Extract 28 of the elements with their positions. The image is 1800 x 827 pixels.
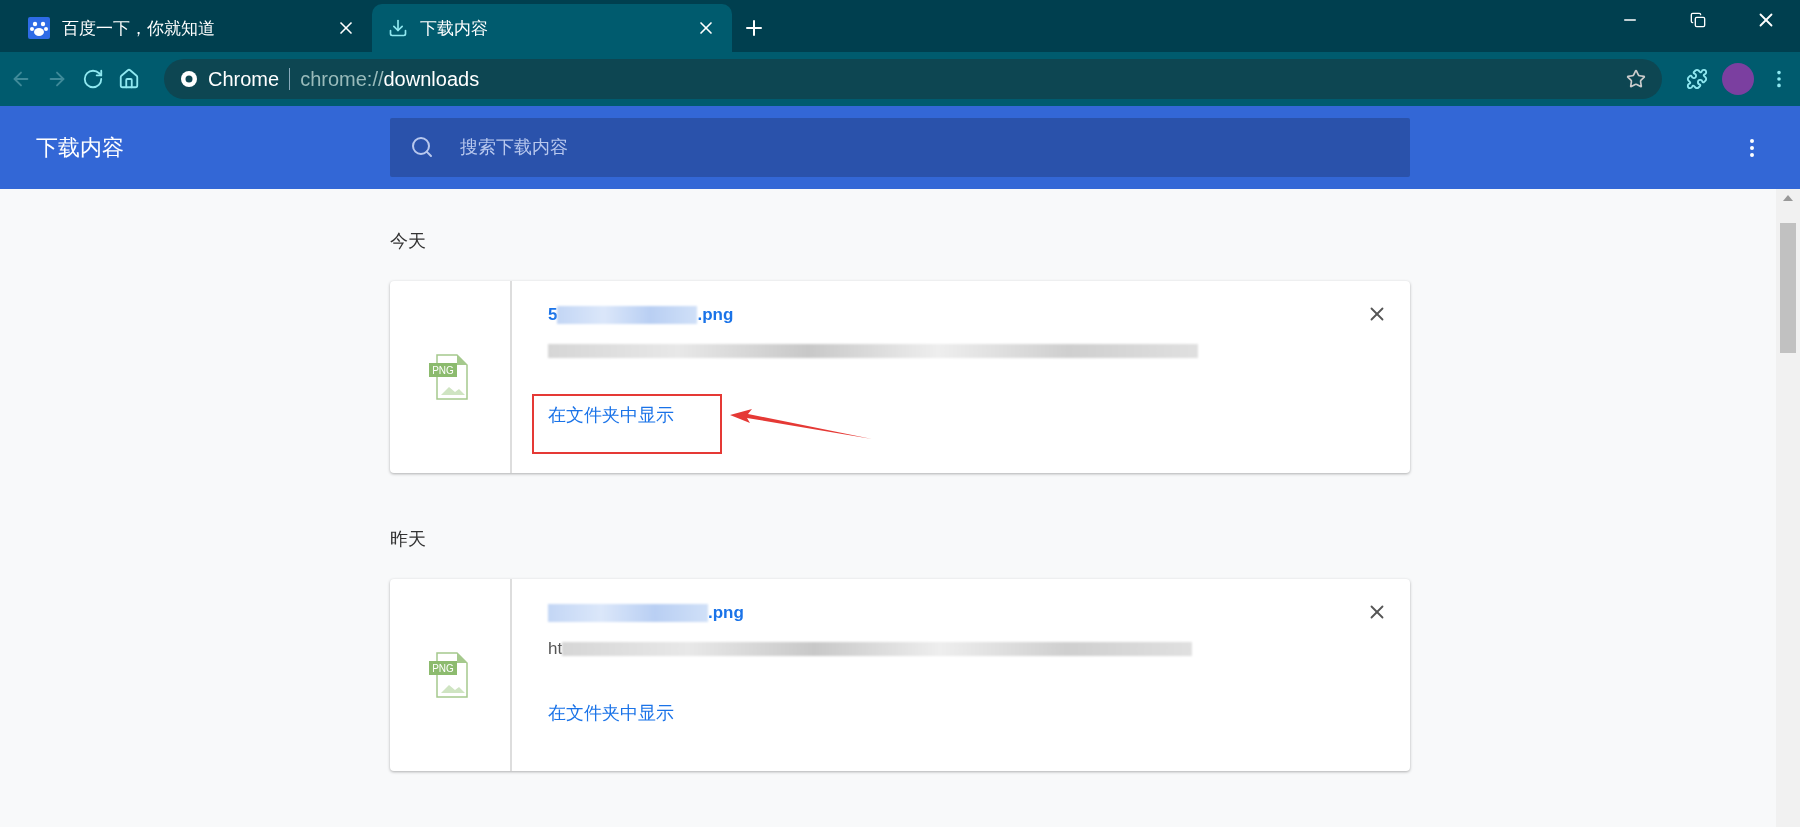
file-name[interactable]: 5: [548, 305, 558, 325]
file-name[interactable]: .png: [697, 305, 734, 325]
home-icon[interactable]: [118, 68, 140, 90]
site-label: Chrome: [208, 67, 280, 91]
show-in-folder-link[interactable]: 在文件夹中显示: [548, 701, 674, 725]
tab-title: 百度一下，你就知道: [62, 17, 216, 40]
browser-tab[interactable]: 下载内容: [372, 4, 732, 52]
paw-logo-icon: [28, 17, 50, 39]
globe-icon: [180, 70, 198, 88]
restore-icon[interactable]: [1690, 12, 1706, 28]
browser-tab[interactable]: 百度一下，你就知道: [12, 4, 372, 52]
download-icon: [388, 18, 408, 38]
page-title: 下载内容: [36, 133, 125, 162]
date-heading: 昨天: [390, 528, 427, 551]
show-in-folder-link[interactable]: 在文件夹中显示: [548, 403, 674, 427]
bookmark-star-icon[interactable]: [1626, 69, 1646, 89]
tab-title: 下载内容: [420, 17, 489, 40]
file-name[interactable]: .png: [708, 603, 744, 623]
url-text: ht: [548, 639, 563, 659]
url-text: chrome://downloads: [300, 67, 481, 91]
address-bar[interactable]: Chrome chrome://downloads: [164, 59, 1662, 99]
search-field[interactable]: 搜索下载内容: [390, 118, 1410, 177]
extensions-icon[interactable]: [1686, 68, 1708, 90]
scrollbar-thumb[interactable]: [1780, 223, 1796, 353]
search-icon: [410, 135, 434, 159]
date-heading: 今天: [390, 230, 427, 253]
scrollbar[interactable]: [1776, 189, 1800, 827]
reload-icon[interactable]: [82, 68, 104, 90]
